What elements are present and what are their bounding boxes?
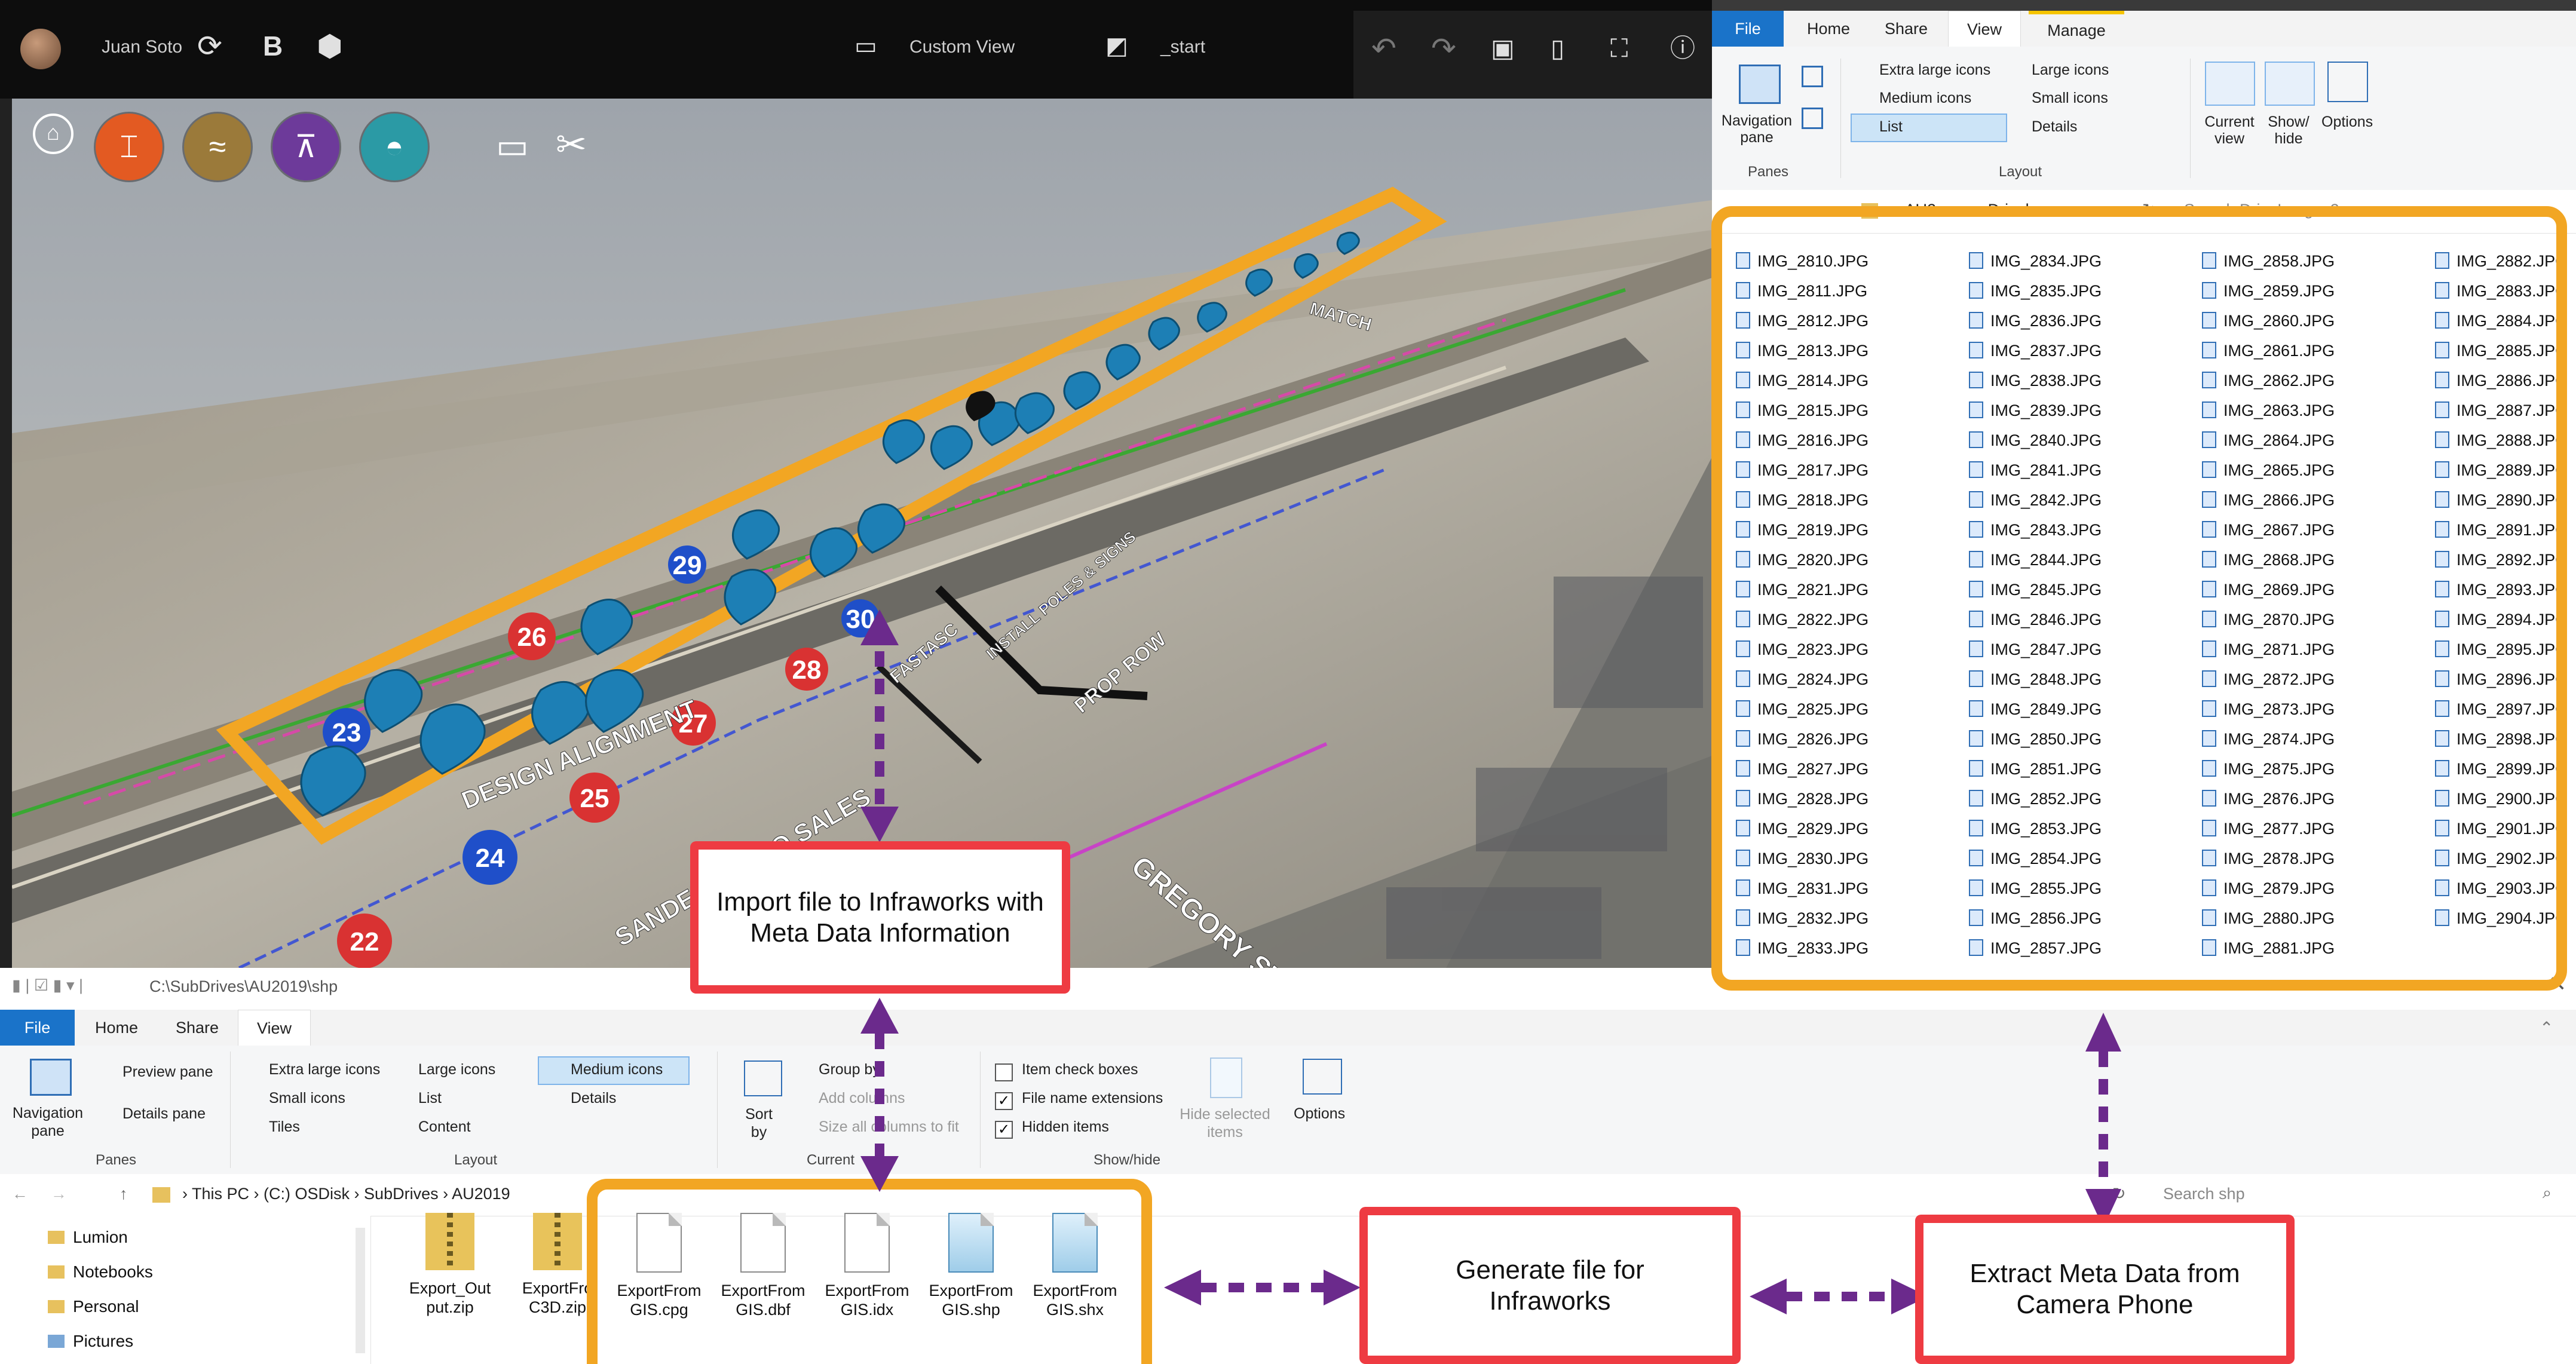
- callout-generate: Generate file for Infraworks: [1359, 1207, 1741, 1364]
- flow-arrows: [860, 609, 2121, 1314]
- callout-extract: Extract Meta Data from Camera Phone: [1915, 1215, 2295, 1364]
- callout-import: Import file to Infraworks with Meta Data…: [690, 841, 1070, 994]
